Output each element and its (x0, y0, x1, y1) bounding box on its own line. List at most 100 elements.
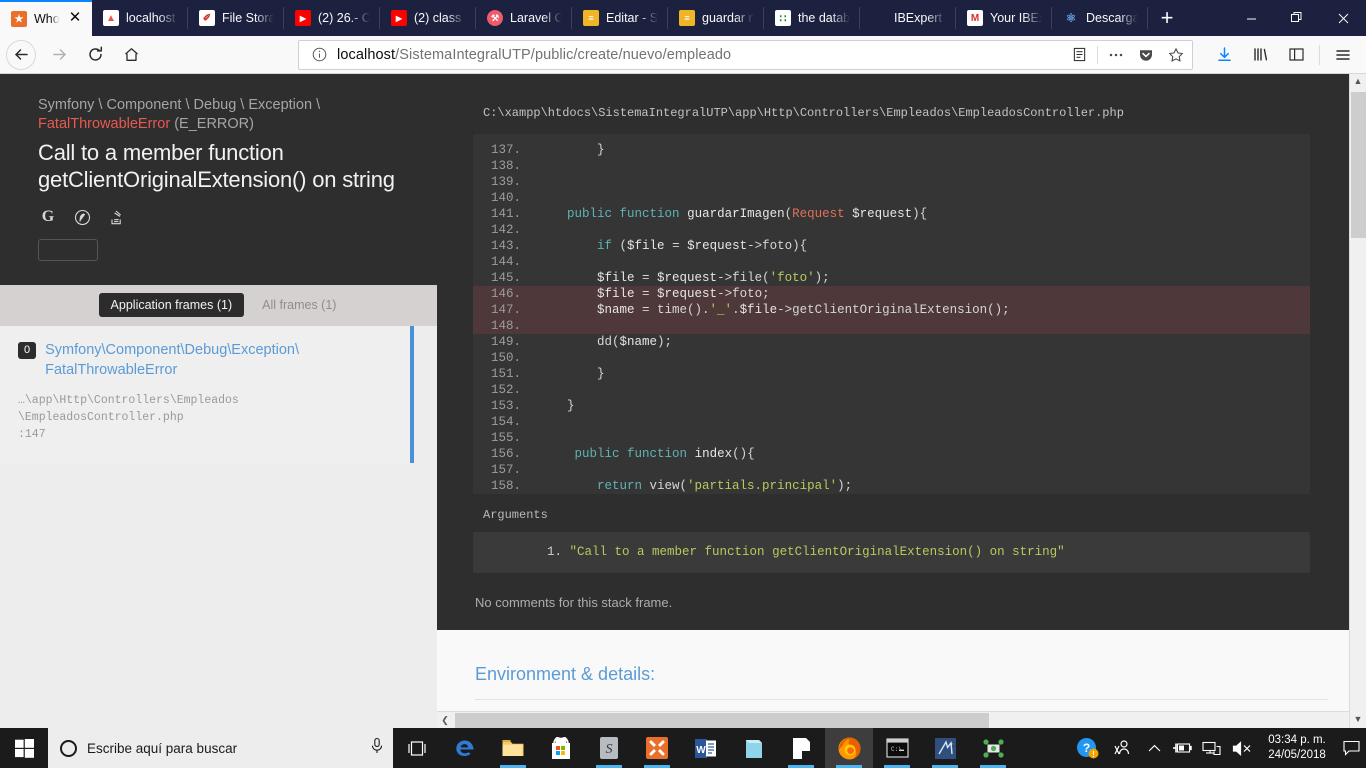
code-line: 144. (473, 254, 1310, 270)
tab-application-frames[interactable]: Application frames (1) (98, 293, 245, 317)
youtube-icon: ▶ (391, 10, 407, 26)
code-line: 158. return view('partials.principal'); (473, 478, 1310, 494)
network-icon[interactable] (1196, 741, 1226, 756)
edge-icon[interactable] (441, 728, 489, 768)
document-icon[interactable] (777, 728, 825, 768)
reader-view-icon[interactable] (1067, 43, 1091, 67)
pocket-icon[interactable] (1134, 43, 1158, 67)
sidebar-icon[interactable] (1279, 40, 1313, 70)
browser-tab-localhost[interactable]: ▲ localhost / (92, 0, 188, 36)
new-tab-button[interactable]: + (1148, 0, 1186, 36)
word-icon[interactable]: W (681, 728, 729, 768)
duckduckgo-search-icon[interactable] (72, 207, 92, 227)
line-number: 151. (490, 367, 521, 381)
line-number: 141. (490, 207, 521, 221)
task-view-icon[interactable] (393, 728, 441, 768)
library-icon[interactable] (1243, 40, 1277, 70)
browser-tab-ibexpert-download[interactable]: IBExpert Down (860, 0, 956, 36)
tab-title: the databa (798, 11, 851, 25)
stack-overflow-search-icon[interactable] (106, 207, 126, 227)
url-text[interactable]: localhost/SistemaIntegralUTP/public/crea… (337, 47, 1061, 63)
minimize-button[interactable] (1228, 0, 1274, 36)
line-number: 139. (490, 175, 521, 189)
tab-title: localhost / (126, 11, 179, 25)
home-button[interactable] (114, 40, 148, 70)
back-button[interactable] (6, 39, 36, 70)
url-path: /SistemaIntegralUTP/public/create/nuevo/… (395, 46, 732, 63)
page-viewport: Symfony \ Component \ Debug \ Exception … (0, 74, 1366, 728)
hamburger-menu-icon[interactable] (1326, 40, 1360, 70)
frame-class-line1: Symfony\Component\Debug\Exception\ (45, 342, 300, 358)
browser-tab-descargar[interactable]: ⚛ Descargar (1052, 0, 1148, 36)
database-icon: ∷ (775, 10, 791, 26)
star-icon[interactable] (1164, 43, 1188, 67)
line-text: } (537, 367, 605, 381)
forward-button[interactable] (42, 40, 76, 70)
svg-text:W: W (696, 745, 706, 756)
svg-text:!: ! (1092, 750, 1095, 759)
exception-class-name: FatalThrowableError (38, 116, 171, 132)
browser-tab-youtube-1[interactable]: ▶ (2) 26.- Cu (284, 0, 380, 36)
argument-row: 1. "Call to a member function getClientO… (473, 543, 1310, 561)
notepad-icon[interactable] (729, 728, 777, 768)
volume-muted-icon[interactable] (1226, 740, 1258, 756)
tab-all-frames[interactable]: All frames (1) (260, 293, 338, 317)
horizontal-scroll-thumb[interactable] (455, 712, 989, 728)
generic-site-icon: ⚛ (1065, 11, 1077, 25)
browser-tab-database[interactable]: ∷ the databa (764, 0, 860, 36)
tab-title: Editar - Sta (606, 11, 659, 25)
taskbar-clock[interactable]: 03:34 p. m. 24/05/2018 (1258, 733, 1336, 763)
detail-file-path: C:\xampp\htdocs\SistemaIntegralUTP\app\H… (483, 106, 1124, 120)
show-hidden-icons-chevron[interactable] (1140, 744, 1168, 753)
copy-exception-button[interactable] (38, 239, 98, 261)
close-icon[interactable]: ✕ (67, 10, 83, 27)
google-search-icon[interactable]: G (38, 207, 58, 227)
tab-title: Descargar (1086, 11, 1139, 25)
ibexpert-icon[interactable] (921, 728, 969, 768)
scroll-left-arrow-icon[interactable]: ❮ (437, 715, 453, 726)
browser-tab-file-storage[interactable]: ✐ File Storage (188, 0, 284, 36)
file-explorer-icon[interactable] (489, 728, 537, 768)
browser-tab-youtube-2[interactable]: ▶ (2) class Fo (380, 0, 476, 36)
battery-charging-icon[interactable] (1168, 741, 1196, 755)
browser-tab-whoops[interactable]: ★ Whoops! ✕ (0, 0, 92, 36)
cortana-circle-icon (60, 739, 77, 757)
horizontal-scrollbar[interactable]: ❮ (437, 711, 1349, 728)
action-center-icon[interactable] (1336, 740, 1366, 756)
line-number: 142. (490, 223, 521, 237)
firefox-icon[interactable] (825, 728, 873, 768)
stack-frame-item[interactable]: 0 Symfony\Component\Debug\Exception\ Fat… (0, 326, 414, 463)
microphone-icon[interactable] (369, 737, 385, 760)
microsoft-store-icon[interactable] (537, 728, 585, 768)
download-arrow-icon[interactable] (1207, 40, 1241, 70)
no-comments-text: No comments for this stack frame. (475, 595, 673, 610)
stack-overflow-icon: ≡ (679, 10, 695, 26)
people-icon[interactable] (1104, 739, 1140, 757)
network-tool-icon[interactable] (969, 728, 1017, 768)
command-prompt-icon[interactable]: C:\ (873, 728, 921, 768)
info-circle-icon[interactable] (307, 43, 331, 67)
reload-button[interactable] (78, 40, 112, 70)
browser-tab-laravel-community[interactable]: ⚒ Laravel Co (476, 0, 572, 36)
vertical-scroll-thumb[interactable] (1350, 92, 1366, 238)
page-actions-ellipsis-icon[interactable] (1104, 43, 1128, 67)
exception-namespace: Symfony \ Component \ Debug \ Exception … (38, 97, 321, 113)
xampp-icon[interactable] (633, 728, 681, 768)
browser-tab-editar-stackoverflow[interactable]: ≡ Editar - Sta (572, 0, 668, 36)
code-line: 140. (473, 190, 1310, 206)
maximize-restore-button[interactable] (1274, 0, 1320, 36)
search-input[interactable]: Escribe aquí para buscar (48, 728, 393, 768)
vertical-scrollbar[interactable]: ▲ ▼ (1349, 74, 1366, 728)
scroll-up-arrow-icon[interactable]: ▲ (1354, 74, 1363, 90)
help-question-icon[interactable]: ?! (1070, 737, 1104, 760)
stack-frame-detail-pane: C:\xampp\htdocs\SistemaIntegralUTP\app\H… (437, 74, 1366, 728)
browser-tab-your-ibexpert[interactable]: M Your IBExp (956, 0, 1052, 36)
close-window-button[interactable] (1320, 0, 1366, 36)
scroll-down-arrow-icon[interactable]: ▼ (1354, 712, 1363, 728)
line-number: 146. (490, 287, 521, 301)
windows-start-icon[interactable] (0, 728, 48, 768)
address-bar[interactable]: localhost/SistemaIntegralUTP/public/crea… (298, 39, 1193, 70)
sublime-text-icon[interactable]: S (585, 728, 633, 768)
code-line: 155. (473, 430, 1310, 446)
browser-tab-guardar-stackoverflow[interactable]: ≡ guardar no (668, 0, 764, 36)
